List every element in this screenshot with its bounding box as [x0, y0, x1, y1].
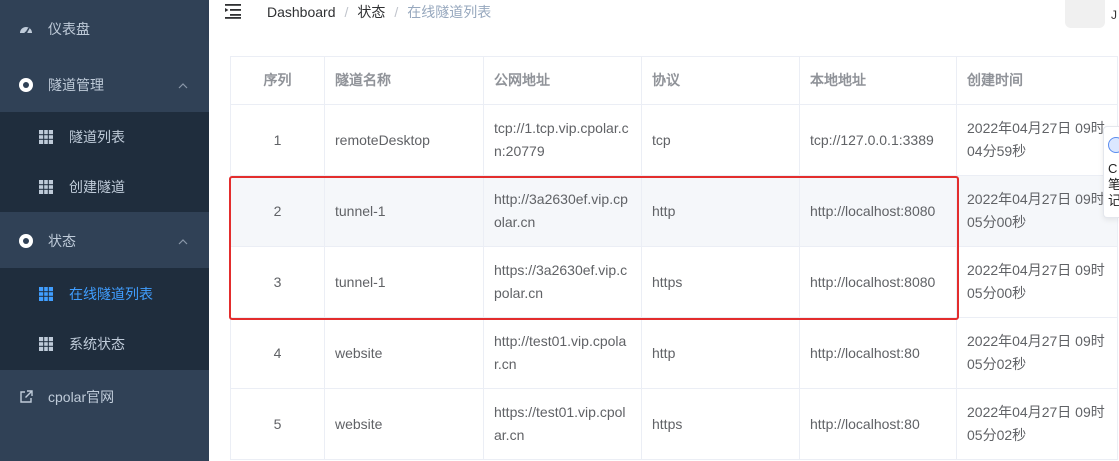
- cell-name: tunnel-1: [324, 175, 484, 247]
- breadcrumb-separator: /: [394, 4, 399, 20]
- online-tunnels-table: 序列 隧道名称 公网地址 协议 本地地址 创建时间 1 remoteDeskto…: [230, 56, 1118, 460]
- column-header-name: 隧道名称: [324, 56, 484, 105]
- cell-index: 5: [230, 388, 325, 460]
- table-row: 5 website https://test01.vip.cpolar.cn h…: [230, 388, 1118, 460]
- sidebar-item-tunnel-management[interactable]: 隧道管理: [0, 66, 209, 104]
- cell-name: remoteDesktop: [324, 104, 484, 176]
- cell-protocol: https: [641, 246, 800, 318]
- sidebar-item-status[interactable]: 状态: [0, 222, 209, 260]
- cell-created-time: 2022年04月27日 09时05分00秒: [956, 175, 1118, 247]
- sidebar-item-label: 系统状态: [69, 336, 125, 352]
- cell-public-address: http://3a2630ef.vip.cpolar.cn: [483, 175, 642, 247]
- grid-icon: [38, 336, 54, 352]
- sidebar-item-label: 隧道列表: [69, 129, 125, 145]
- column-header-index: 序列: [230, 56, 325, 105]
- sidebar-item-dashboard[interactable]: 仪表盘: [0, 10, 209, 48]
- sidebar-item-system-status[interactable]: 系统状态: [0, 325, 209, 363]
- circle-gear-icon: [18, 77, 34, 93]
- table-row: 3 tunnel-1 https://3a2630ef.vip.cpolar.c…: [230, 246, 1118, 318]
- breadcrumb-item-dashboard[interactable]: Dashboard: [267, 3, 336, 21]
- cell-index: 1: [230, 104, 325, 176]
- sidebar-item-online-tunnels[interactable]: 在线隧道列表: [0, 275, 209, 313]
- table-row: 2 tunnel-1 http://3a2630ef.vip.cpolar.cn…: [230, 175, 1118, 247]
- cell-name: tunnel-1: [324, 246, 484, 318]
- cell-public-address: https://3a2630ef.vip.cpolar.cn: [483, 246, 642, 318]
- sidebar: 仪表盘 隧道管理 隧道列表 创建隧道 状态 在线隧道列表 系统状态 cpolar…: [0, 0, 209, 461]
- grid-icon: [38, 286, 54, 302]
- cell-created-time: 2022年04月27日 09时05分02秒: [956, 388, 1118, 460]
- cell-created-time: 2022年04月27日 09时05分00秒: [956, 246, 1118, 318]
- cell-index: 3: [230, 246, 325, 318]
- cell-index: 2: [230, 175, 325, 247]
- avatar[interactable]: [1065, 0, 1105, 28]
- cell-created-time: 2022年04月27日 09时04分59秒: [956, 104, 1118, 176]
- cell-local-address: http://localhost:8080: [799, 175, 957, 247]
- grid-icon: [38, 179, 54, 195]
- grid-icon: [38, 129, 54, 145]
- cell-local-address: tcp://127.0.0.1:3389: [799, 104, 957, 176]
- sidebar-item-label: 在线隧道列表: [69, 286, 153, 302]
- column-header-created-time: 创建时间: [956, 56, 1118, 105]
- breadcrumb-separator: /: [344, 4, 349, 20]
- note-icon: [1108, 137, 1119, 153]
- cell-protocol: https: [641, 388, 800, 460]
- cell-name: website: [324, 388, 484, 460]
- sidebar-item-label: 仪表盘: [48, 21, 90, 37]
- floating-note-widget[interactable]: C笔记: [1103, 126, 1119, 218]
- column-header-protocol: 协议: [641, 56, 800, 105]
- sidebar-item-label: 创建隧道: [69, 179, 125, 195]
- cell-public-address: tcp://1.tcp.vip.cpolar.cn:20779: [483, 104, 642, 176]
- floating-widget-text: C笔记: [1108, 161, 1119, 208]
- external-link-icon: [18, 389, 34, 405]
- table-row: 1 remoteDesktop tcp://1.tcp.vip.cpolar.c…: [230, 104, 1118, 176]
- cell-index: 4: [230, 317, 325, 389]
- cell-public-address: http://test01.vip.cpolar.cn: [483, 317, 642, 389]
- cell-created-time: 2022年04月27日 09时05分02秒: [956, 317, 1118, 389]
- chevron-up-icon: [177, 235, 189, 247]
- cell-local-address: http://localhost:8080: [799, 246, 957, 318]
- cell-local-address: http://localhost:80: [799, 317, 957, 389]
- cell-protocol: http: [641, 175, 800, 247]
- sidebar-item-label: cpolar官网: [48, 389, 115, 405]
- chevron-up-icon: [177, 79, 189, 91]
- table-row: 4 website http://test01.vip.cpolar.cn ht…: [230, 317, 1118, 389]
- sidebar-item-tunnel-list[interactable]: 隧道列表: [0, 118, 209, 156]
- sidebar-item-label: 隧道管理: [48, 77, 104, 93]
- breadcrumb: Dashboard / 状态 / 在线隧道列表: [267, 3, 491, 21]
- cell-protocol: http: [641, 317, 800, 389]
- circle-gear-icon: [18, 233, 34, 249]
- cell-public-address: https://test01.vip.cpolar.cn: [483, 388, 642, 460]
- main-content: 序列 隧道名称 公网地址 协议 本地地址 创建时间 1 remoteDeskto…: [209, 38, 1119, 461]
- cell-local-address: http://localhost:80: [799, 388, 957, 460]
- cell-protocol: tcp: [641, 104, 800, 176]
- dashboard-icon: [18, 21, 34, 37]
- column-header-local-address: 本地地址: [799, 56, 957, 105]
- column-header-public-address: 公网地址: [483, 56, 642, 105]
- sidebar-item-create-tunnel[interactable]: 创建隧道: [0, 168, 209, 206]
- cell-name: website: [324, 317, 484, 389]
- table-header-row: 序列 隧道名称 公网地址 协议 本地地址 创建时间: [230, 56, 1118, 105]
- breadcrumb-item-status[interactable]: 状态: [357, 3, 385, 21]
- top-navbar: Dashboard / 状态 / 在线隧道列表 J: [209, 0, 1119, 38]
- breadcrumb-item-current: 在线隧道列表: [407, 4, 492, 20]
- sidebar-item-cpolar-site[interactable]: cpolar官网: [0, 378, 209, 416]
- sidebar-item-label: 状态: [48, 233, 76, 249]
- hamburger-icon[interactable]: [225, 3, 243, 19]
- avatar-caret[interactable]: J: [1111, 8, 1117, 22]
